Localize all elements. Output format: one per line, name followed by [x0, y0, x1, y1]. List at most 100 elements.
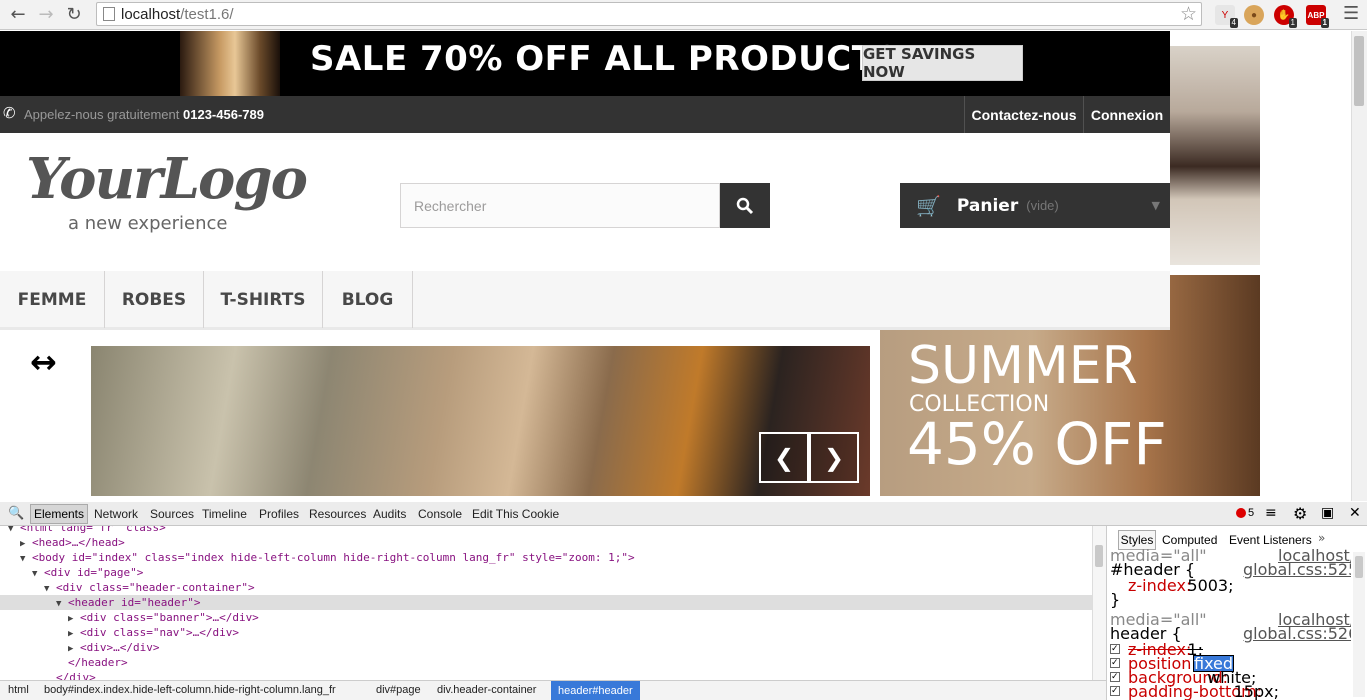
dom-line[interactable]: ▶ <div>…</div>	[0, 640, 1092, 655]
back-icon[interactable]: ←	[6, 2, 30, 26]
dom-line[interactable]: ▼ <body id="index" class="index hide-left…	[0, 550, 1092, 565]
dom-line-text: <div>…</div>	[80, 641, 160, 654]
contact-link[interactable]: Contactez-nous	[964, 96, 1083, 133]
dom-line[interactable]: </header>	[0, 655, 1092, 670]
cart-button[interactable]: 🛒 Panier (vide) ▼	[900, 183, 1170, 228]
bookmark-star-icon[interactable]: ☆	[1180, 3, 1197, 25]
styles-scrollbar-thumb[interactable]	[1355, 556, 1363, 578]
property-checkbox[interactable]: ✓	[1110, 658, 1120, 668]
menu-item-femme[interactable]: FEMME	[0, 271, 105, 328]
tab-profiles[interactable]: Profiles	[259, 507, 299, 521]
crumb-header[interactable]: header#header	[551, 681, 640, 700]
more-tabs-icon[interactable]: »	[1318, 531, 1325, 545]
logo-sub: a new experience	[68, 213, 228, 234]
dom-line-text: <div class="banner">…</div>	[80, 611, 259, 624]
tab-audits[interactable]: Audits	[373, 507, 406, 521]
url-path: /test1.6/	[180, 5, 234, 23]
cart-icon: 🛒	[916, 193, 941, 218]
dom-line[interactable]: ▶ <div class="nav">…</div>	[0, 625, 1092, 640]
phone-label: Appelez-nous gratuitement	[24, 107, 180, 122]
dom-line[interactable]: ▶ <div class="banner">…</div>	[0, 610, 1092, 625]
breadcrumb: html body#index.index.hide-left-column.h…	[0, 680, 1106, 700]
crumb-body[interactable]: body#index.index.hide-left-column.hide-r…	[44, 684, 336, 696]
phone-info: Appelez-nous gratuitement 0123-456-789	[24, 107, 264, 122]
forward-icon[interactable]: →	[34, 2, 58, 26]
tab-elements[interactable]: Elements	[30, 504, 88, 524]
homepage-slider[interactable]: ❮ ❯	[91, 346, 870, 496]
dom-tree[interactable]: ▼ <html lang="fr" class> ▶ <head>…</head> ▼ <…	[0, 526, 1092, 680]
tab-edit-this-cookie[interactable]: Edit This Cookie	[472, 507, 559, 521]
search-icon	[736, 197, 754, 214]
phone-number: 0123-456-789	[183, 107, 264, 122]
y-badge: 4	[1229, 18, 1238, 28]
error-count: 5	[1248, 507, 1255, 519]
dom-line-text: <head>…</head>	[32, 536, 125, 549]
error-icon[interactable]	[1236, 508, 1246, 518]
abp-icon[interactable]: ABP 1	[1306, 5, 1329, 28]
stop-icon[interactable]: ✋ 1	[1274, 5, 1297, 28]
chevron-down-icon: ▼	[1151, 199, 1160, 212]
dom-line[interactable]: ▼ <div id="page">	[0, 565, 1092, 580]
tab-timeline[interactable]: Timeline	[202, 507, 247, 521]
tab-computed[interactable]: Computed	[1162, 533, 1217, 547]
tab-event-listeners[interactable]: Event Listeners	[1229, 533, 1312, 547]
reload-icon[interactable]: ↻	[62, 2, 86, 26]
slider-prev-button[interactable]: ❮	[759, 432, 809, 483]
tab-network[interactable]: Network	[94, 507, 138, 521]
rule-selector: #header {	[1110, 560, 1196, 579]
promo-image-top[interactable]	[1170, 46, 1260, 265]
property-value[interactable]: 5003;	[1187, 578, 1233, 594]
inspect-search-icon[interactable]: 🔍	[8, 506, 24, 521]
rule-file-link[interactable]: global.css:5254	[1243, 562, 1351, 578]
property-checkbox[interactable]: ✓	[1110, 644, 1120, 654]
dock-icon[interactable]: ▣	[1321, 505, 1334, 521]
slider-next-button[interactable]: ❯	[809, 432, 859, 483]
style-rules: media="all" localhost/#header {global.css…	[1108, 548, 1351, 700]
tab-resources[interactable]: Resources	[309, 507, 366, 521]
dom-line[interactable]: ▼ <header id="header">	[0, 595, 1092, 610]
dom-line[interactable]: ▼ <div class="header-container">	[0, 580, 1092, 595]
dom-line-text: </div>	[56, 671, 96, 680]
dom-line-text: <div id="page">	[44, 566, 144, 579]
menu-item-robes[interactable]: ROBES	[105, 271, 204, 328]
menu-item-blog[interactable]: BLOG	[323, 271, 413, 328]
tab-console[interactable]: Console	[418, 507, 462, 521]
crumb-html[interactable]: html	[8, 684, 29, 696]
gear-icon[interactable]: ⚙	[1293, 504, 1307, 523]
console-drawer-icon[interactable]: ≡	[1265, 505, 1277, 521]
get-savings-button[interactable]: GET SAVINGS NOW	[862, 45, 1023, 81]
crumb-header-container[interactable]: div.header-container	[437, 684, 536, 696]
dom-line[interactable]: ▼ <html lang="fr" class>	[0, 526, 1092, 535]
property-checkbox[interactable]: ✓	[1110, 672, 1120, 682]
search-button[interactable]	[720, 183, 770, 228]
property-value[interactable]: 15px;	[1234, 684, 1279, 700]
property-name[interactable]: z-index:	[1128, 578, 1191, 594]
cookie-icon[interactable]: ●	[1244, 5, 1264, 25]
tab-styles[interactable]: Styles	[1118, 530, 1156, 550]
logo-main[interactable]: YourLogo	[26, 146, 308, 212]
property-checkbox[interactable]: ✓	[1110, 686, 1120, 696]
close-icon[interactable]: ✕	[1349, 505, 1361, 521]
banner-model-image	[180, 31, 280, 96]
menu-item-tshirts[interactable]: T-SHIRTS	[204, 271, 323, 328]
page-icon	[103, 7, 115, 21]
dom-line-text: <body id="index" class="index hide-left-…	[32, 551, 635, 564]
url-text: localhost/test1.6/	[121, 6, 234, 23]
page-header: SALE 70% OFF ALL PRODUCTS GET SAVINGS NO…	[0, 31, 1170, 496]
dom-scrollbar-thumb[interactable]	[1095, 545, 1103, 567]
rule-close: }	[1110, 590, 1121, 609]
dom-line-text: <div class="header-container">	[56, 581, 255, 594]
stop-badge: 1	[1288, 18, 1297, 28]
menu-icon[interactable]: ☰	[1343, 3, 1359, 24]
y-icon[interactable]: Y4	[1215, 5, 1238, 28]
crumb-page[interactable]: div#page	[376, 684, 421, 696]
tab-sources[interactable]: Sources	[150, 507, 194, 521]
dom-line[interactable]: ▶ <head>…</head>	[0, 535, 1092, 550]
login-link[interactable]: Connexion	[1083, 96, 1170, 133]
search-input[interactable]: Rechercher	[400, 183, 720, 228]
address-bar[interactable]: localhost/test1.6/	[96, 2, 1202, 26]
page-scrollbar-thumb[interactable]	[1354, 36, 1364, 106]
rule-file-link[interactable]: global.css:5269	[1243, 626, 1351, 642]
dom-line[interactable]: </div>	[0, 670, 1092, 680]
dom-line-text: <div class="nav">…</div>	[80, 626, 239, 639]
